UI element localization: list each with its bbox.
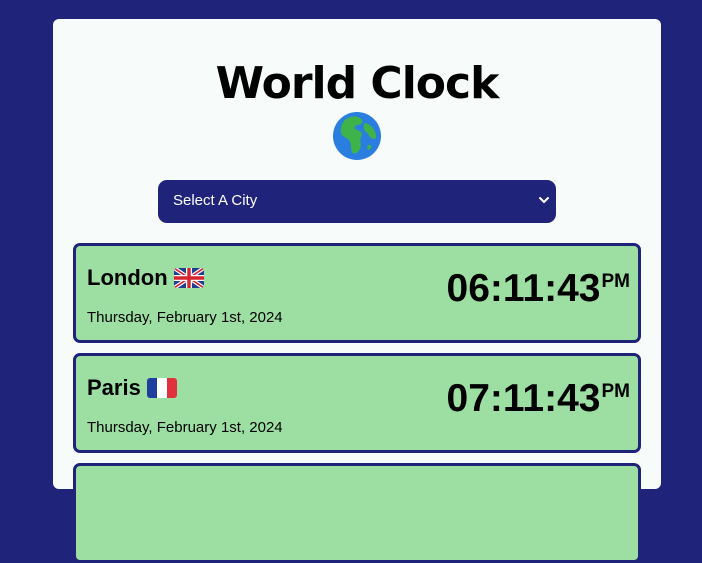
time-value: 07:11:43	[446, 377, 601, 420]
world-clock-card: World Clock Select A City London Thursda…	[53, 19, 661, 563]
page-title: World Clock	[215, 58, 500, 109]
city-name: Paris	[87, 375, 141, 400]
time-value: 06:11:43	[446, 267, 601, 310]
time-period: PM	[601, 271, 631, 292]
city-select[interactable]: Select A City	[158, 180, 556, 223]
city-name: London	[87, 265, 168, 290]
city-time: 06:11:43PM	[447, 267, 630, 311]
city-row-next	[73, 463, 641, 563]
city-date: Thursday, February 1st, 2024	[87, 419, 283, 436]
globe-icon	[333, 112, 381, 160]
city-row-london: London Thursday, February 1st, 2024 06:1…	[73, 243, 641, 343]
time-period: PM	[601, 381, 631, 402]
france-flag-icon	[146, 378, 177, 398]
city-time: 07:11:43PM	[447, 377, 630, 421]
city-date: Thursday, February 1st, 2024	[87, 309, 283, 326]
chevron-down-icon	[539, 197, 549, 203]
city-select-value: Select A City	[173, 192, 258, 209]
uk-flag-icon	[173, 268, 204, 288]
city-row-paris: Paris Thursday, February 1st, 2024 07:11…	[73, 353, 641, 453]
